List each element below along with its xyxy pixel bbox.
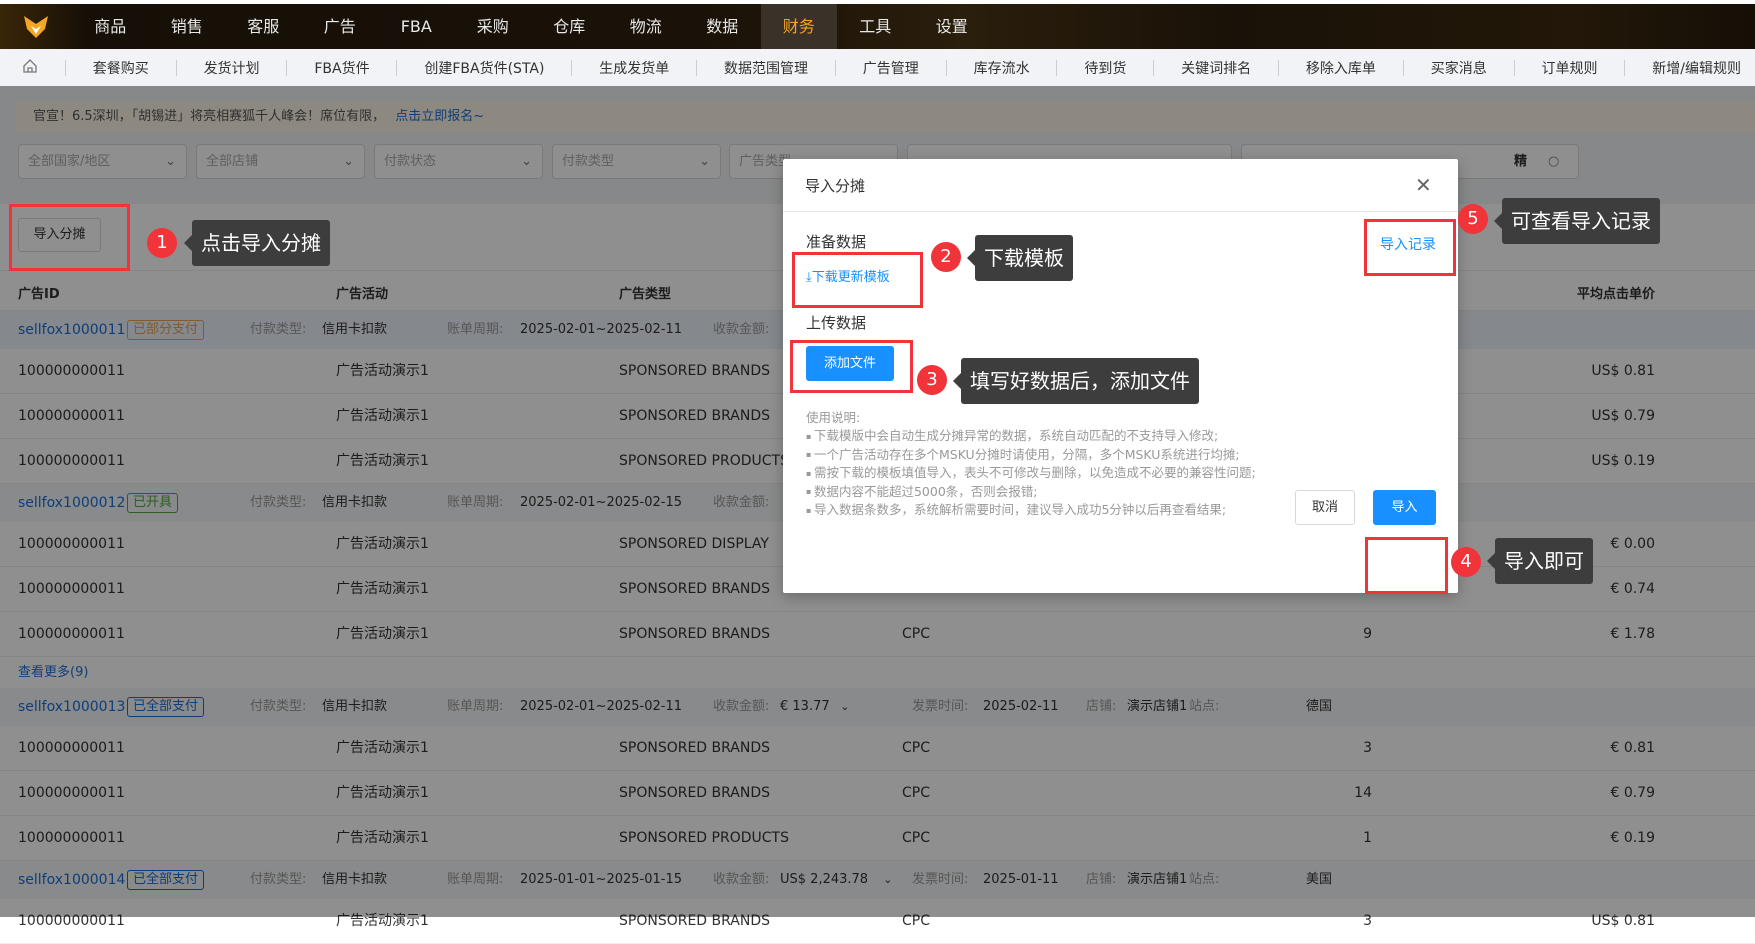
step-badge: 5 xyxy=(1458,204,1488,234)
step-tooltip: 填写好数据后，添加文件 xyxy=(953,358,1199,404)
topnav-item[interactable]: 财务 xyxy=(760,4,837,49)
topnav-item[interactable]: 采购 xyxy=(455,4,532,49)
help-item: 需按下载的模板填值导入，表头不可修改与删除，以免造成不必要的兼容性问题; xyxy=(806,464,1256,483)
usage-instructions: 使用说明: 下载模版中会自动生成分摊异常的数据，系统自动匹配的不支持导入修改;一… xyxy=(806,409,1256,520)
subnav-item[interactable]: FBA货件 xyxy=(314,58,369,78)
highlight-box xyxy=(1364,219,1456,276)
home-icon[interactable] xyxy=(22,58,38,78)
step-tooltip: 下载模板 xyxy=(967,235,1073,281)
subnav-item[interactable]: 数据范围管理 xyxy=(724,58,808,78)
subnav-item[interactable]: 生成发货单 xyxy=(599,58,669,78)
divider xyxy=(571,59,573,76)
help-title: 使用说明: xyxy=(806,410,861,425)
help-item: 一个广告活动存在多个MSKU分摊时请使用，分隔，多个MSKU系统进行均摊; xyxy=(806,446,1256,465)
step-tooltip: 点击导入分摊 xyxy=(184,220,330,266)
topnav-item[interactable]: 销售 xyxy=(149,4,226,49)
step-badge: 3 xyxy=(917,365,947,395)
divider xyxy=(945,59,947,76)
subnav-item[interactable]: 买家消息 xyxy=(1431,58,1487,78)
divider xyxy=(175,59,177,76)
subnav-item[interactable]: 关键词排名 xyxy=(1181,58,1251,78)
cancel-button[interactable]: 取消 xyxy=(1295,490,1355,525)
topnav-item[interactable]: 设置 xyxy=(914,4,991,49)
step-badge: 2 xyxy=(931,242,961,272)
prepare-data-label: 准备数据 xyxy=(806,233,867,251)
divider xyxy=(1278,59,1280,76)
topnav-item[interactable]: 广告 xyxy=(302,4,379,49)
subnav-item[interactable]: 待到货 xyxy=(1084,58,1126,78)
divider xyxy=(696,59,698,76)
close-icon[interactable]: ✕ xyxy=(1415,173,1432,197)
step-badge: 4 xyxy=(1451,547,1481,577)
step-tooltip: 可查看导入记录 xyxy=(1494,198,1660,244)
help-item: 下载模版中会自动生成分摊异常的数据，系统自动匹配的不支持导入修改; xyxy=(806,427,1256,446)
subnav-item[interactable]: 订单规则 xyxy=(1541,58,1597,78)
upload-data-label: 上传数据 xyxy=(806,314,867,332)
divider xyxy=(64,59,66,76)
subnav-item[interactable]: 套餐购买 xyxy=(93,58,149,78)
highlight-box xyxy=(790,340,913,393)
divider xyxy=(1402,59,1404,76)
topnav-item[interactable]: FBA xyxy=(378,4,455,49)
topnav-item[interactable]: 工具 xyxy=(837,4,914,49)
highlight-box xyxy=(9,204,130,271)
divider xyxy=(396,59,398,76)
subnav-item[interactable]: 创建FBA货件(STA) xyxy=(424,58,544,78)
topnav-item[interactable]: 物流 xyxy=(608,4,685,49)
divider xyxy=(286,59,288,76)
divider xyxy=(834,59,836,76)
topnav-item[interactable]: 数据 xyxy=(684,4,761,49)
help-item: 数据内容不能超过5000条，否则会报错; xyxy=(806,483,1256,502)
import-button[interactable]: 导入 xyxy=(1373,490,1436,525)
subnav-item[interactable]: 广告管理 xyxy=(863,58,919,78)
step-badge: 1 xyxy=(147,228,177,258)
subnav-item[interactable]: 新增/编辑规则 xyxy=(1652,58,1741,78)
topnav-item[interactable]: 客服 xyxy=(225,4,302,49)
subnav-item[interactable]: 移除入库单 xyxy=(1306,58,1376,78)
help-list: 下载模版中会自动生成分摊异常的数据，系统自动匹配的不支持导入修改;一个广告活动存… xyxy=(806,427,1256,520)
step-tooltip: 导入即可 xyxy=(1487,538,1593,584)
highlight-box xyxy=(1365,537,1448,594)
highlight-box xyxy=(792,252,923,308)
topnav-item[interactable]: 商品 xyxy=(72,4,149,49)
sub-nav: 套餐购买 发货计划 FBA货件 创建FBA货件(STA) 生成发货单 数据范围管理 广告管理… xyxy=(0,49,1755,86)
divider xyxy=(1056,59,1058,76)
divider xyxy=(1513,59,1515,76)
divider xyxy=(1153,59,1155,76)
help-item: 导入数据条数多，系统解析需要时间，建议导入成功5分钟以后再查看结果; xyxy=(806,501,1256,520)
fox-logo-icon[interactable] xyxy=(0,4,72,49)
dialog-title: 导入分摊 xyxy=(805,177,866,195)
subnav-item[interactable]: 库存流水 xyxy=(974,58,1030,78)
topnav-item[interactable]: 仓库 xyxy=(531,4,608,49)
top-nav: 商品 销售 客服 广告 FBA 采购 仓库 物流 数据 财务 工具 设置 xyxy=(0,4,1755,49)
divider xyxy=(783,211,1458,212)
subnav-item[interactable]: 发货计划 xyxy=(204,58,260,78)
divider xyxy=(1624,59,1626,76)
